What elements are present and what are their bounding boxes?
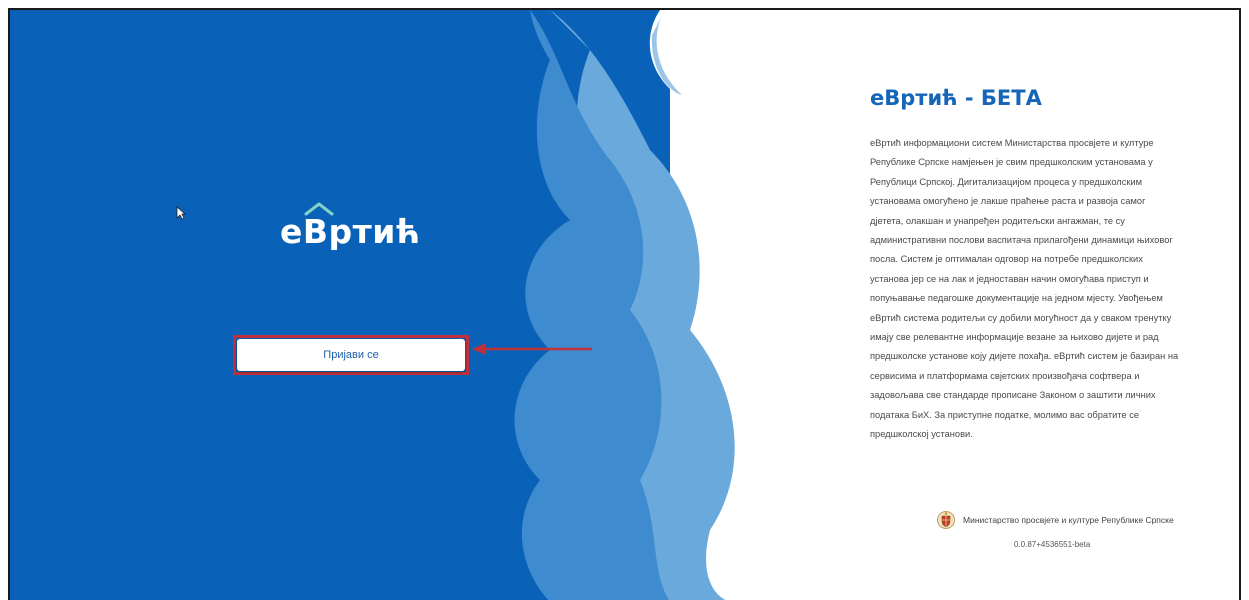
app-window: eВртић Пријави се eВртић - БЕТА eВртић и… — [8, 8, 1241, 600]
red-arrow-annotation — [470, 342, 595, 361]
logo-text: eВртић — [280, 212, 421, 251]
description-text: eВртић информациони систем Министарства … — [870, 138, 1179, 440]
coat-of-arms-icon — [937, 511, 955, 529]
ministry-footer: Министарство просвјете и културе Републи… — [937, 510, 1174, 530]
login-button[interactable]: Пријави се — [237, 339, 465, 371]
version-label: 0.0.87+4536551-beta — [1014, 540, 1091, 549]
ministry-name: Министарство просвјете и културе Републи… — [963, 515, 1174, 525]
mouse-pointer-icon — [176, 206, 187, 225]
evrtic-logo: eВртић — [280, 202, 421, 256]
page-title: eВртић - БЕТА — [870, 86, 1042, 110]
